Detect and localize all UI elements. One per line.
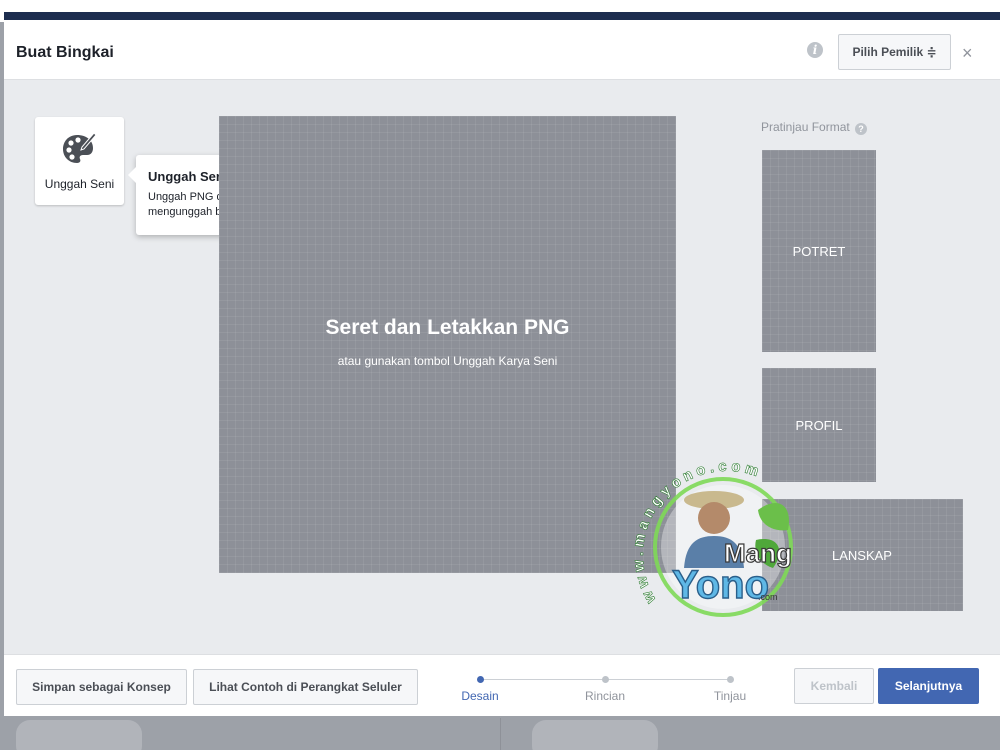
background-card	[532, 720, 658, 750]
palette-icon	[63, 132, 96, 163]
choose-owner-button[interactable]: Pilih Pemilik ≑	[838, 34, 951, 70]
close-icon[interactable]: ×	[962, 44, 973, 62]
preview-portrait-label: POTRET	[792, 244, 846, 259]
step-dot-design	[477, 676, 484, 683]
preview-landscape-label: LANSKAP	[832, 548, 892, 563]
back-button[interactable]: Kembali	[794, 668, 874, 704]
background-divider	[500, 718, 501, 750]
drop-zone[interactable]: Seret dan Letakkan PNG atau gunakan tomb…	[219, 116, 676, 573]
step-details[interactable]: Rincian	[565, 689, 645, 703]
mobile-preview-button[interactable]: Lihat Contoh di Perangkat Seluler	[193, 669, 418, 705]
top-navigation-strip	[4, 12, 1000, 20]
create-frame-dialog: Buat Bingkai i Pilih Pemilik ≑ × Unggah …	[4, 22, 1000, 716]
upload-art-button[interactable]: Unggah Seni	[35, 117, 124, 205]
step-dot-review	[727, 676, 734, 683]
step-dot-details	[602, 676, 609, 683]
watermark-suffix: .com	[758, 592, 778, 602]
next-button[interactable]: Selanjutnya	[878, 668, 979, 704]
dialog-footer: Simpan sebagai Konsep Lihat Contoh di Pe…	[4, 654, 1000, 716]
preview-profile-label: PROFIL	[795, 418, 843, 433]
background-card	[16, 720, 142, 750]
progress-steps: Desain Rincian Tinjau	[450, 665, 770, 705]
drop-zone-title: Seret dan Letakkan PNG	[325, 316, 570, 339]
upload-art-label: Unggah Seni	[44, 177, 115, 191]
format-preview-label: Pratinjau Format ?	[761, 120, 868, 135]
watermark-logo: www.mangyono.com Mang Yono .com	[629, 458, 793, 617]
watermark-line2: Yono	[672, 563, 769, 607]
step-design[interactable]: Desain	[440, 689, 520, 703]
dialog-title: Buat Bingkai	[16, 44, 114, 61]
step-review[interactable]: Tinjau	[690, 689, 770, 703]
format-preview-text: Pratinjau Format	[761, 120, 850, 134]
save-draft-button[interactable]: Simpan sebagai Konsep	[16, 669, 187, 705]
info-icon[interactable]: i	[807, 42, 823, 58]
drop-zone-subtitle: atau gunakan tombol Unggah Karya Seni	[337, 354, 558, 368]
help-icon[interactable]: ?	[855, 123, 868, 135]
top-bar	[0, 0, 1000, 22]
preview-portrait[interactable]: POTRET	[762, 150, 876, 352]
dialog-header: Buat Bingkai i Pilih Pemilik ≑ ×	[4, 22, 1000, 80]
